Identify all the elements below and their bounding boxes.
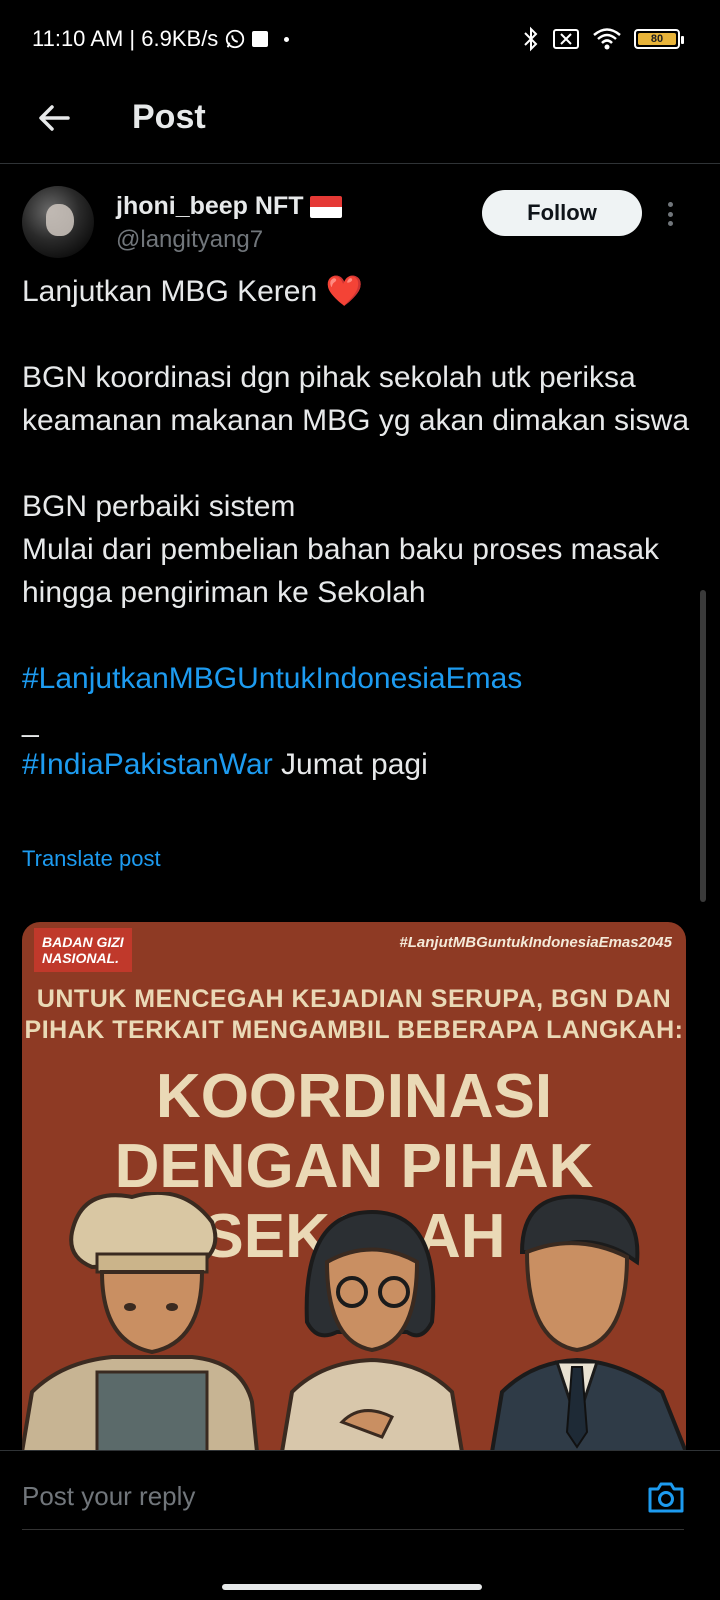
author-handle[interactable]: @langityang7 <box>116 226 263 254</box>
post-dash: _ <box>22 705 39 738</box>
scrollbar[interactable] <box>700 590 706 902</box>
official-figure <box>489 1194 686 1452</box>
status-bar: 11:10 AM | 6.9KB/s 80 <box>0 0 720 80</box>
image-hashtag: #LanjutMBGuntukIndonesiaEmas2045 <box>399 934 672 951</box>
post-paragraph-3-line-2: Mulai dari pembelian bahan baku proses m… <box>22 533 660 609</box>
notification-icon <box>252 31 269 47</box>
indonesia-flag-icon <box>309 195 342 218</box>
battery-level: 80 <box>638 33 676 45</box>
reply-bar: Post your reply <box>0 1450 720 1560</box>
post-text: Lanjutkan MBG Keren ❤️ BGN koordinasi dg… <box>22 270 692 786</box>
teacher-figure <box>279 1209 465 1452</box>
no-sim-icon <box>553 29 579 49</box>
heart-emoji: ❤️ <box>325 275 363 308</box>
more-notifications-icon <box>284 36 290 42</box>
post-tail-text: Jumat pagi <box>272 748 428 781</box>
reply-divider <box>22 1529 684 1530</box>
bluetooth-icon <box>524 26 538 52</box>
illustration-people <box>22 1192 686 1452</box>
page-title: Post <box>132 98 206 136</box>
whatsapp-icon <box>226 29 245 49</box>
image-subtitle: UNTUK MENCEGAH KEJADIAN SERUPA, BGN DAN … <box>24 985 684 1044</box>
hashtag-link-1[interactable]: #LanjutkanMBGUntukIndonesiaEmas <box>22 662 522 695</box>
wifi-icon <box>593 28 621 50</box>
home-indicator[interactable] <box>222 1584 482 1590</box>
post-line-1: Lanjutkan MBG Keren ❤️ <box>22 275 363 308</box>
status-time: 11:10 AM | 6.9KB/s <box>32 26 219 51</box>
reply-input[interactable]: Post your reply <box>22 1481 195 1512</box>
camera-icon[interactable] <box>644 1475 688 1519</box>
post-paragraph-2: BGN koordinasi dgn pihak sekolah utk per… <box>22 361 690 437</box>
more-options-icon[interactable] <box>660 196 680 232</box>
follow-button[interactable]: Follow <box>482 190 642 236</box>
battery-icon: 80 <box>634 29 684 49</box>
hashtag-link-2[interactable]: #IndiaPakistanWar <box>22 748 273 781</box>
author-name-row[interactable]: jhoni_beep NFT <box>116 192 342 221</box>
author-name[interactable]: jhoni_beep NFT <box>116 192 304 221</box>
post-image[interactable]: BADAN GIZI NASIONAL. #LanjutMBGuntukIndo… <box>22 922 686 1452</box>
translate-post-link[interactable]: Translate post <box>22 846 161 872</box>
chef-figure <box>22 1192 260 1452</box>
bgn-logo: BADAN GIZI NASIONAL. <box>34 928 132 972</box>
avatar[interactable] <box>22 186 94 258</box>
post-paragraph-3-line-1: BGN perbaiki sistem <box>22 490 296 523</box>
back-arrow-icon[interactable] <box>34 98 74 138</box>
top-app-bar: Post <box>0 80 720 164</box>
